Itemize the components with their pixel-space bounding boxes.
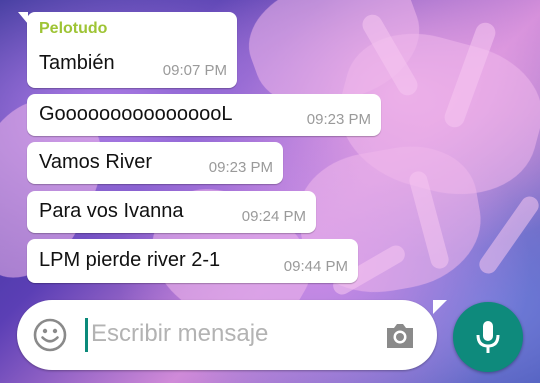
message-time: 09:24 PM	[241, 208, 306, 225]
voice-record-button[interactable]	[453, 302, 523, 372]
camera-icon[interactable]	[383, 318, 417, 352]
bubble-tail	[18, 12, 28, 24]
message-time: 09:23 PM	[208, 159, 273, 176]
message-input[interactable]: Escribir mensaje	[91, 320, 268, 348]
message-text: GoooooooooooooooL	[39, 103, 233, 125]
message-time: 09:44 PM	[283, 258, 348, 275]
text-caret	[85, 318, 88, 352]
message-text: LPM pierde river 2-1	[39, 249, 221, 271]
emoji-icon[interactable]	[33, 318, 67, 352]
mic-icon	[476, 321, 500, 353]
message-composer[interactable]: Escribir mensaje	[17, 300, 447, 370]
message-text: También	[39, 52, 115, 74]
message-bubble[interactable]: Vamos River 09:23 PM	[27, 142, 283, 184]
message-bubble[interactable]: Para vos Ivanna 09:24 PM	[27, 191, 316, 233]
message-time: 09:07 PM	[162, 62, 227, 79]
message-text: Para vos Ivanna	[39, 200, 184, 222]
message-bubble[interactable]: GoooooooooooooooL 09:23 PM	[27, 94, 381, 136]
message-time: 09:23 PM	[306, 111, 371, 128]
message-bubble[interactable]: Pelotudo También 09:07 PM	[18, 12, 237, 88]
message-bubble[interactable]: LPM pierde river 2-1 09:44 PM	[27, 239, 358, 283]
sender-name[interactable]: Pelotudo	[39, 20, 107, 38]
composer-tail	[433, 300, 447, 314]
message-text: Vamos River	[39, 151, 152, 173]
